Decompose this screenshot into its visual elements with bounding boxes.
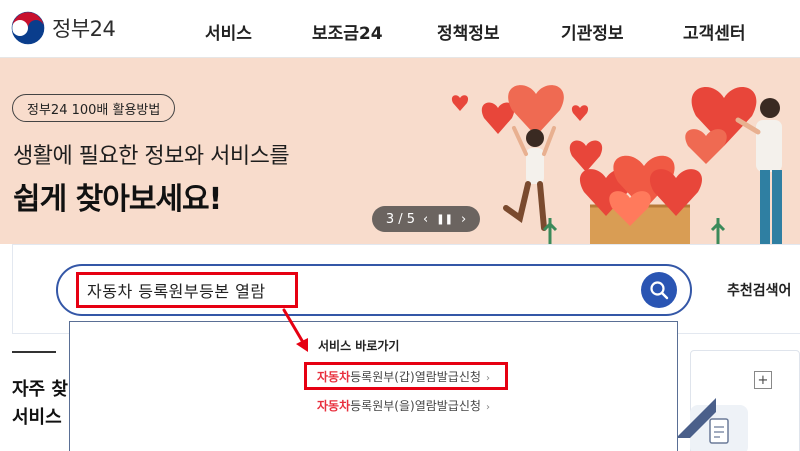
chevron-right-icon[interactable]: › [461, 212, 466, 227]
promo-banner[interactable]: 정부24 100배 활용방법 생활에 필요한 정보와 서비스를 쉽게 찾아보세요… [0, 58, 800, 244]
section-divider [12, 351, 56, 353]
annotation-arrow-icon [282, 308, 308, 352]
recommend-keywords-label[interactable]: 추천검색어 [727, 280, 791, 300]
nav-item-policy[interactable]: 정책정보 [437, 19, 500, 44]
page: 정부24 서비스 보조금24 정책정보 기관정보 고객센터 정부24 100배 … [0, 0, 800, 451]
search-icon [650, 281, 669, 300]
dropdown-item-2-highlight: 자동차 [317, 399, 351, 413]
banner-title-line2: 쉽게 찾아보세요! [13, 182, 222, 217]
annotation-box [304, 362, 508, 390]
dropdown-title: 서비스 바로가기 [318, 339, 400, 353]
banner-title-line1: 생활에 필요한 정보와 서비스를 [13, 144, 290, 169]
chevron-right-icon: › [485, 402, 490, 413]
dropdown-item-2-label: 등록원부(을)열람발급신청 [350, 399, 481, 413]
taeguk-logo-icon [11, 11, 45, 45]
ribbon-badge [676, 398, 716, 438]
pager-count: 3 / 5 [385, 211, 415, 227]
banner-pill[interactable]: 정부24 100배 활용방법 [12, 94, 176, 122]
nav-item-subsidy[interactable]: 보조금24 [312, 19, 383, 44]
frequent-services-title-line2: 서비스 [12, 407, 62, 428]
pause-icon[interactable]: ❚❚ [436, 214, 453, 225]
search-input[interactable]: 자동차 등록원부등본 열람 [76, 272, 298, 308]
nav-item-agency[interactable]: 기관정보 [561, 19, 624, 44]
logo[interactable]: 정부24 [10, 10, 116, 46]
logo-text: 정부24 [52, 17, 116, 41]
nav-item-services[interactable]: 서비스 [205, 19, 252, 44]
header: 정부24 서비스 보조금24 정책정보 기관정보 고객센터 [0, 0, 800, 58]
search-button[interactable] [641, 272, 677, 308]
banner-pager: 3 / 5 ‹ ❚❚ › [372, 206, 480, 232]
chevron-left-icon[interactable]: ‹ [423, 212, 428, 227]
frequent-services-title-line1: 자주 찾 [12, 379, 68, 400]
dropdown-item-2[interactable]: 자동차등록원부(을)열람발급신청 › [317, 397, 490, 414]
nav-item-support[interactable]: 고객센터 [683, 19, 746, 44]
banner-illustration [451, 85, 782, 244]
add-button[interactable]: + [754, 371, 772, 389]
